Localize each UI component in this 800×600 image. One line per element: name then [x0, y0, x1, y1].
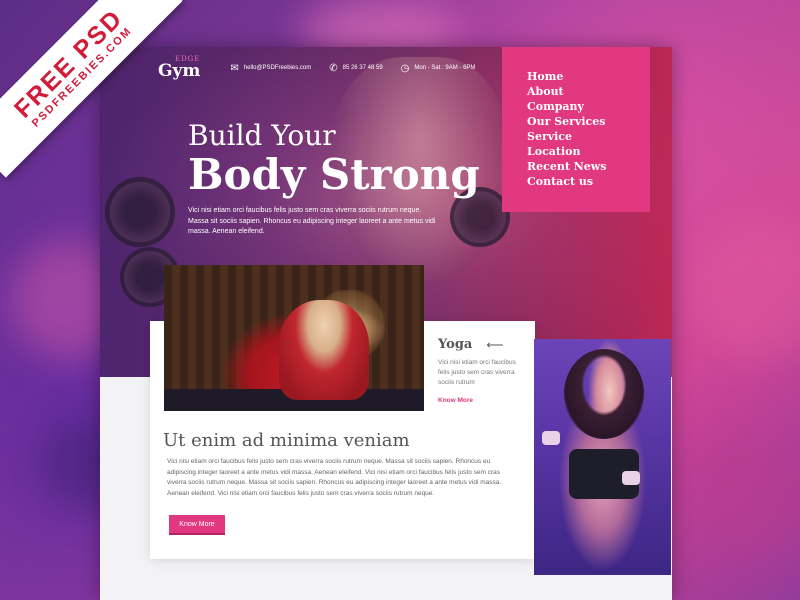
fitness-woman-image — [534, 339, 671, 575]
yoga-title-row: Yoga ⟵ — [438, 337, 528, 352]
nav-item-service[interactable]: Service — [527, 129, 650, 144]
nav-item-company[interactable]: Company — [527, 99, 650, 114]
section-text: Vici nisi etiam orci faucibus felis just… — [167, 458, 502, 497]
yoga-text: Vici nisi etiam orci faucibus felis just… — [438, 359, 516, 386]
hero-title-line2: Body Strong — [188, 150, 480, 199]
nav-item-location[interactable]: Location — [527, 144, 650, 159]
main-navigation: Home About Company Our Services Service … — [502, 47, 650, 212]
hero-title-line1: Build Your — [188, 119, 336, 152]
nav-item-contact-us[interactable]: Contact us — [527, 174, 650, 189]
nav-item-about[interactable]: About — [527, 84, 650, 99]
nav-item-recent-news[interactable]: Recent News — [527, 159, 650, 174]
background-blob — [690, 220, 800, 360]
section-title: Ut enim ad minima veniam — [163, 430, 410, 451]
know-more-button[interactable]: Know More — [169, 515, 225, 535]
arrow-left-icon[interactable]: ⟵ — [486, 338, 503, 352]
weight-plate-image — [105, 177, 175, 247]
top-bar: EDGE Gym ✉ hello@PSDFreebies.com ✆ 85 26… — [158, 55, 493, 81]
dumbbell-image — [622, 471, 640, 485]
email-contact[interactable]: ✉ hello@PSDFreebies.com — [230, 63, 311, 74]
phone-contact[interactable]: ✆ 85 26 37 48 59 — [329, 63, 382, 74]
logo-text: Gym — [158, 61, 201, 81]
envelope-icon: ✉ — [230, 62, 239, 74]
nav-item-our-services[interactable]: Our Services — [527, 114, 650, 129]
hero-description: Vici nisi etiam orci faucibus felis just… — [188, 207, 436, 235]
phone-icon: ✆ — [329, 62, 338, 74]
dumbbell-image — [542, 431, 560, 445]
yoga-teaser: Yoga ⟵ Vici nisi etiam orci faucibus fel… — [438, 337, 528, 404]
nav-item-home[interactable]: Home — [527, 69, 650, 84]
email-text: hello@PSDFreebies.com — [243, 65, 312, 71]
logo[interactable]: EDGE Gym — [158, 56, 200, 80]
background-blob — [700, 440, 800, 550]
hero-headline: Build Your Body Strong Vici nisi etiam o… — [188, 120, 480, 238]
hours-text: Mon - Sat : 9AM - 6PM — [414, 65, 476, 71]
clock-icon: ◷ — [400, 62, 410, 74]
yoga-title: Yoga — [438, 337, 473, 352]
hair-image — [564, 349, 644, 439]
phone-text: 85 26 37 48 59 — [342, 65, 383, 71]
yoga-image — [164, 265, 424, 411]
yoga-know-more-link[interactable]: Know More — [438, 397, 528, 404]
yoga-woman-image — [279, 300, 369, 400]
hours-contact: ◷ Mon - Sat : 9AM - 6PM — [401, 63, 476, 74]
website-mockup: EDGE Gym ✉ hello@PSDFreebies.com ✆ 85 26… — [100, 47, 672, 600]
